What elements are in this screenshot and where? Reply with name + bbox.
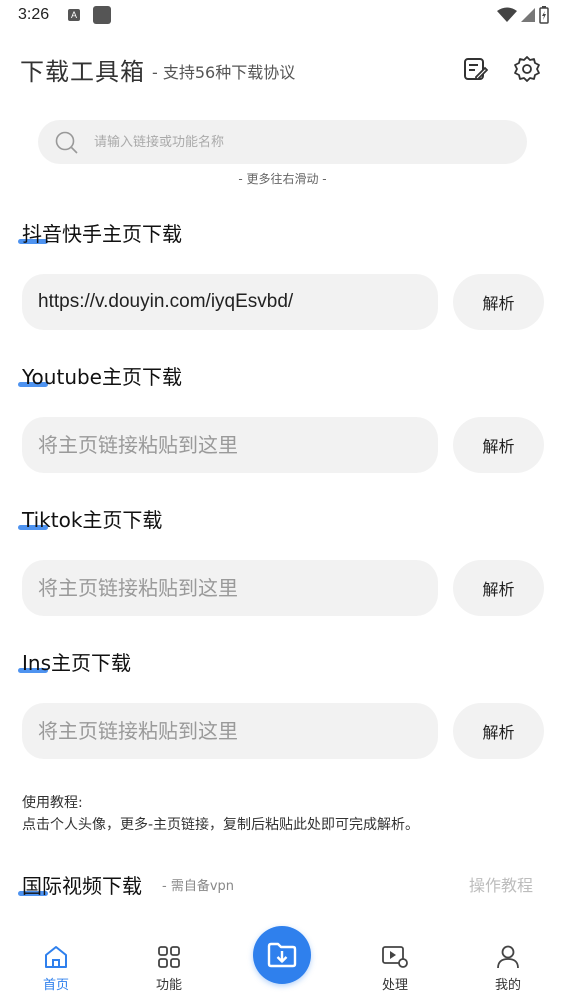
home-icon: [45, 946, 67, 968]
signal-icon: [521, 8, 535, 22]
search-bar[interactable]: [38, 120, 527, 164]
tiktok-parse-button[interactable]: 解析: [453, 560, 544, 616]
scroll-hint-text: - 更多往右滑动 -: [238, 172, 327, 186]
search-icon: [55, 131, 78, 154]
section-title-text: Tiktok主页下载: [22, 508, 163, 532]
gear-icon: [514, 56, 540, 82]
notification-square-icon: [93, 6, 111, 24]
intl-title-text: 国际视频下载: [22, 874, 142, 898]
section-title-text: Ins主页下载: [22, 651, 131, 675]
status-bar: 3:26 A: [0, 0, 565, 32]
download-folder-icon: [267, 942, 297, 968]
douyin-url-input[interactable]: [22, 274, 438, 330]
section-title-douyin: 抖音快手主页下载: [18, 218, 182, 247]
nav-functions[interactable]: 功能: [129, 944, 209, 993]
section-title-text: 抖音快手主页下载: [22, 222, 182, 246]
notification-a-icon: A: [68, 9, 80, 21]
section-title-youtube: Youtube主页下载: [18, 361, 182, 390]
app-subtitle: - 支持56种下载协议: [152, 63, 296, 82]
wifi-icon: [497, 7, 517, 22]
ins-url-input[interactable]: [22, 703, 438, 759]
status-time: 3:26: [18, 6, 50, 23]
tutorial-heading: 使用教程:: [22, 795, 83, 811]
notes-button[interactable]: [460, 54, 490, 84]
nav-profile[interactable]: 我的: [468, 944, 548, 993]
tutorial-body: 点击个人头像，更多-主页链接，复制后粘贴此处即可完成解析。: [22, 817, 420, 833]
status-icons: [497, 6, 549, 24]
header: 下载工具箱 - 支持56种下载协议: [20, 52, 550, 92]
tutorial-text: 使用教程: 点击个人头像，更多-主页链接，复制后粘贴此处即可完成解析。: [22, 792, 552, 836]
bottom-nav: 首页 功能 处理 我的: [0, 926, 565, 1004]
tutorial-link[interactable]: 操作教程: [469, 872, 533, 896]
ins-parse-button[interactable]: 解析: [453, 703, 544, 759]
section-title-text: Youtube主页下载: [22, 365, 182, 389]
intl-download-title: 国际视频下载: [18, 870, 142, 899]
section-title-tiktok: Tiktok主页下载: [18, 504, 163, 533]
intl-note: - 需自备vpn: [162, 879, 235, 894]
section-title-ins: Ins主页下载: [18, 647, 131, 676]
nav-functions-label: 功能: [155, 978, 182, 993]
user-icon: [497, 945, 519, 969]
nav-download-button[interactable]: [253, 926, 311, 984]
youtube-parse-button[interactable]: 解析: [453, 417, 544, 473]
douyin-parse-button[interactable]: 解析: [453, 274, 544, 330]
nav-process-label: 处理: [381, 978, 408, 993]
search-input[interactable]: [94, 120, 514, 164]
app-title: 下载工具箱: [20, 58, 145, 86]
video-settings-icon: [382, 946, 408, 968]
grid-icon: [158, 946, 180, 968]
nav-process[interactable]: 处理: [355, 944, 435, 993]
edit-note-icon: [464, 58, 488, 80]
battery-icon: [539, 6, 549, 24]
scroll-hint: - 更多往右滑动 -: [0, 172, 565, 186]
tiktok-url-input[interactable]: [22, 560, 438, 616]
nav-profile-label: 我的: [494, 978, 521, 993]
nav-home-label: 首页: [42, 978, 69, 993]
nav-home[interactable]: 首页: [16, 944, 96, 993]
settings-button[interactable]: [512, 54, 542, 84]
youtube-url-input[interactable]: [22, 417, 438, 473]
